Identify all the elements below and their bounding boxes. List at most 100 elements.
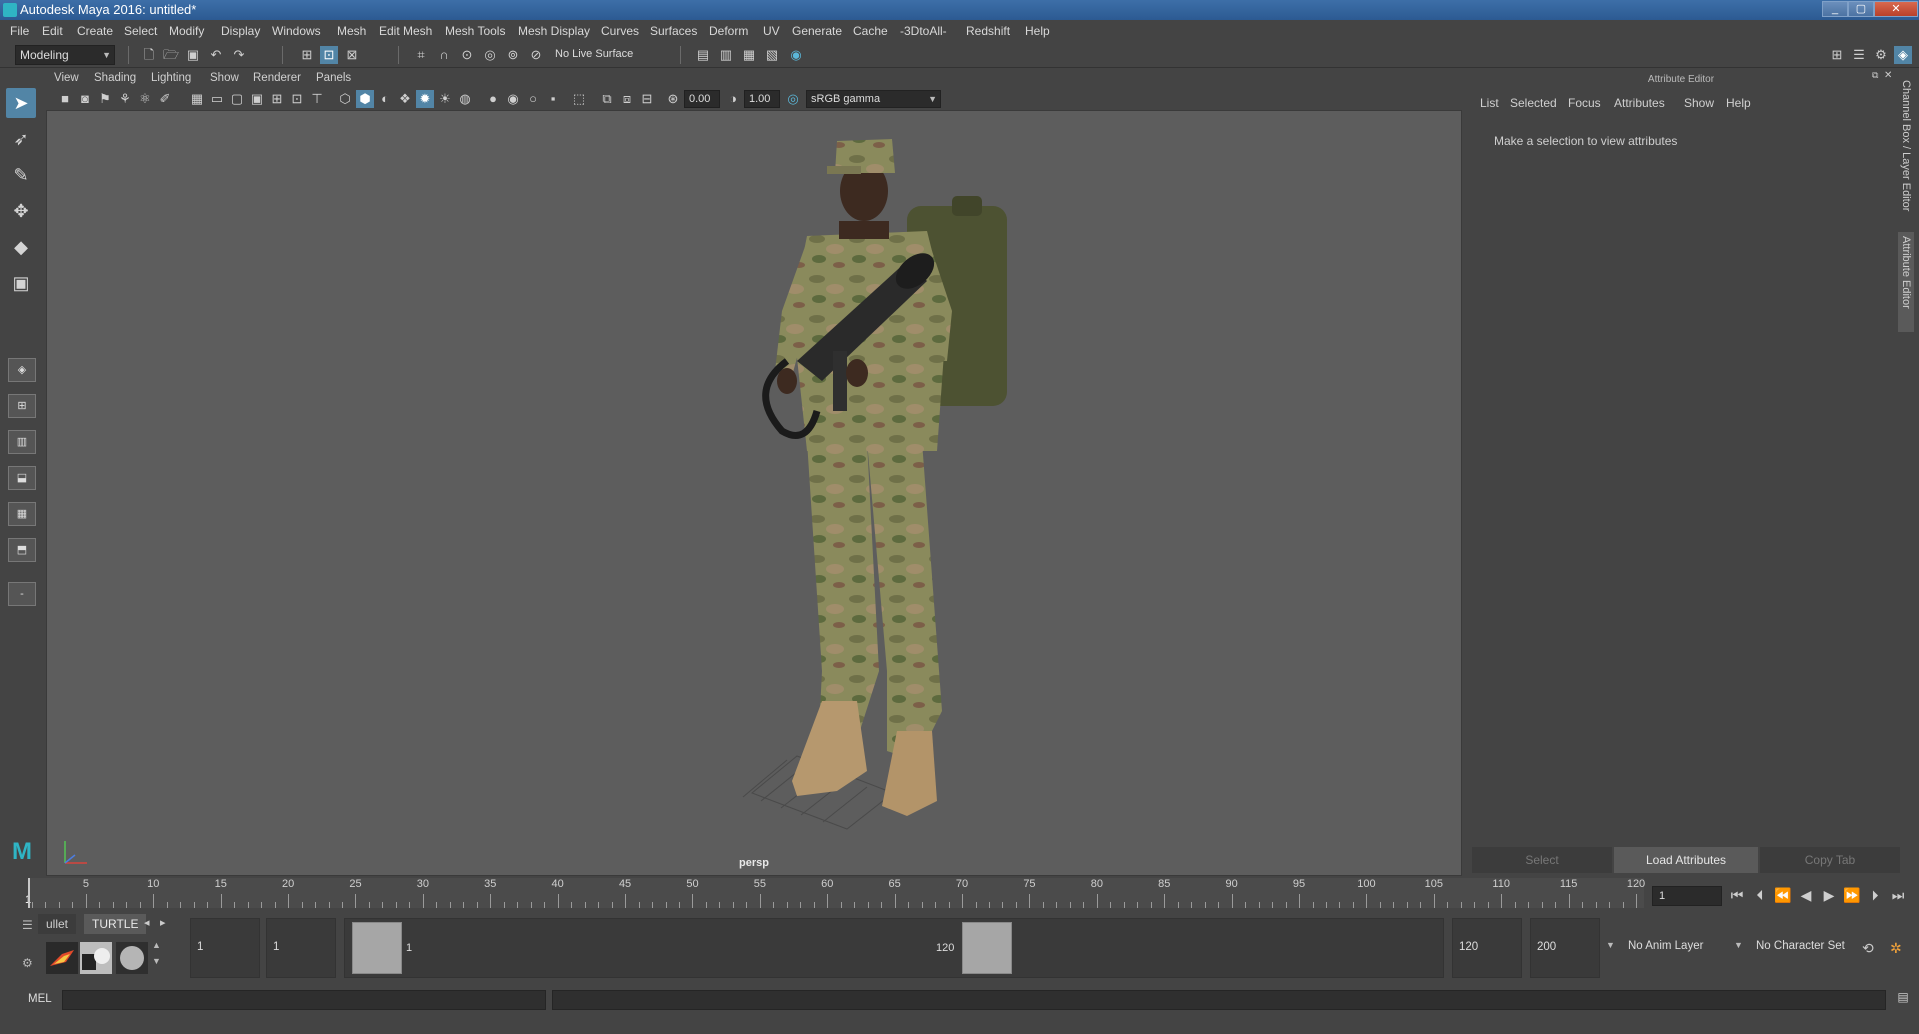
channel-box-toggle-icon[interactable]: ◈	[1894, 46, 1912, 64]
turtle-render-icon[interactable]	[46, 942, 78, 974]
playback-end-field[interactable]: 120	[1452, 918, 1522, 978]
redo-icon[interactable]: ↷	[230, 46, 248, 64]
ae-menu-list[interactable]: List	[1480, 96, 1499, 110]
use-all-lights-icon[interactable]: ✹	[416, 90, 434, 108]
menu-windows[interactable]: Windows	[272, 24, 321, 38]
ae-menu-attributes[interactable]: Attributes	[1614, 96, 1665, 110]
grid-icon[interactable]: ▦	[188, 90, 206, 108]
move-tool-icon[interactable]: ✥	[6, 196, 36, 226]
script-editor-icon[interactable]: ▤	[1894, 990, 1912, 1010]
menu-3dtoall[interactable]: -3DtoAll-	[900, 24, 947, 38]
persp-hypershade-layout-icon[interactable]: ▦	[8, 502, 36, 526]
range-slider-track[interactable]	[344, 918, 1444, 978]
menu-modify[interactable]: Modify	[169, 24, 204, 38]
snap-curve-icon[interactable]: ∩	[435, 46, 453, 64]
modeling-toolkit-icon[interactable]: ⊞	[1828, 46, 1846, 64]
multisample-aa-icon[interactable]: ◉	[504, 90, 522, 108]
gate-mask-icon[interactable]: ▣	[248, 90, 266, 108]
auto-key-icon[interactable]: ⟲	[1862, 940, 1874, 957]
backface-cull-icon[interactable]: ⊟	[638, 90, 656, 108]
shelf-tab-turtle[interactable]: TURTLE	[84, 914, 147, 934]
snap-grid-icon[interactable]: ⌗	[412, 46, 430, 64]
start-time-field[interactable]: 1	[190, 918, 260, 978]
ae-menu-help[interactable]: Help	[1726, 96, 1751, 110]
anim-layer-dropdown[interactable]: No Anim Layer	[1622, 918, 1724, 978]
ae-load-attributes-button[interactable]: Load Attributes	[1614, 847, 1758, 873]
xray-joints-icon[interactable]: ⧉	[598, 90, 616, 108]
turtle-sphere-icon[interactable]	[116, 942, 148, 974]
grease-pencil-icon[interactable]: ✐	[156, 90, 174, 108]
gamma-icon[interactable]: ◑	[724, 90, 742, 108]
select-hierarchy-icon[interactable]: ⊞	[298, 46, 316, 64]
shadows-icon[interactable]: ☀	[436, 90, 454, 108]
attribute-editor-tab[interactable]: Attribute Editor	[1898, 232, 1914, 332]
turtle-bake-icon[interactable]	[80, 942, 112, 974]
exposure-field[interactable]: 0.00	[684, 90, 720, 108]
menu-file[interactable]: File	[10, 24, 29, 38]
ipr-render-icon[interactable]: ▦	[740, 46, 758, 64]
live-surface-field[interactable]: No Live Surface	[551, 46, 657, 64]
xray-icon[interactable]: ⬚	[570, 90, 588, 108]
safe-title-icon[interactable]: ⊤	[308, 90, 326, 108]
time-slider[interactable]: 1 51015202530354045505560657075808590951…	[25, 878, 1645, 908]
rotate-tool-icon[interactable]: ◆	[6, 232, 36, 262]
exposure-icon[interactable]: ⊛	[664, 90, 682, 108]
panel-menu-panels[interactable]: Panels	[316, 72, 351, 84]
scale-tool-icon[interactable]: ▣	[6, 268, 36, 298]
menu-curves[interactable]: Curves	[601, 24, 639, 38]
ae-menu-focus[interactable]: Focus	[1568, 96, 1601, 110]
snap-point-icon[interactable]: ⊙	[458, 46, 476, 64]
select-tool-icon[interactable]: ➤	[6, 88, 36, 118]
float-panel-icon[interactable]: ⧉	[1872, 70, 1882, 80]
ae-menu-selected[interactable]: Selected	[1510, 96, 1557, 110]
panel-menu-view[interactable]: View	[54, 72, 79, 84]
render-frame-icon[interactable]: ▥	[717, 46, 735, 64]
mel-label[interactable]: MEL	[28, 993, 52, 1005]
new-scene-icon[interactable]: 🗋	[140, 46, 158, 64]
step-back-key-icon[interactable]: ⏪	[1774, 886, 1792, 904]
isolate-select-icon[interactable]: ▪	[544, 90, 562, 108]
snap-pivot-icon[interactable]: ⊘	[527, 46, 545, 64]
single-perspective-layout-icon[interactable]: ◈	[8, 358, 36, 382]
save-scene-icon[interactable]: ▣	[184, 46, 202, 64]
camera-attributes-icon[interactable]: ◙	[76, 90, 94, 108]
chevron-down-icon[interactable]: ▼	[1606, 940, 1615, 950]
current-frame-indicator[interactable]	[28, 878, 30, 908]
play-backwards-icon[interactable]: ◀	[1797, 886, 1815, 904]
go-to-start-icon[interactable]: ⏮	[1728, 886, 1746, 904]
menu-mesh-tools[interactable]: Mesh Tools	[445, 24, 505, 38]
panel-menu-show[interactable]: Show	[210, 72, 239, 84]
custom-layout-icon[interactable]: -	[8, 582, 36, 606]
open-scene-icon[interactable]: 🗁	[162, 46, 180, 64]
menu-select[interactable]: Select	[124, 24, 157, 38]
view-transform-dropdown[interactable]: sRGB gamma ▼	[806, 90, 941, 108]
screen-space-ao-icon[interactable]: ◍	[456, 90, 474, 108]
snap-surface-icon[interactable]: ⊚	[504, 46, 522, 64]
shelf-settings-icon[interactable]: ⚙	[22, 956, 40, 976]
shelf-scroll-up-icon[interactable]: ▲	[152, 940, 161, 950]
attribute-editor-toggle-icon[interactable]: ☰	[1850, 46, 1868, 64]
ae-copy-tab-button[interactable]: Copy Tab	[1760, 847, 1900, 873]
color-management-icon[interactable]: ◎	[784, 90, 802, 108]
bookmark-icon[interactable]: ⚑	[96, 90, 114, 108]
range-slider-end-handle[interactable]	[962, 922, 1012, 974]
panel-menu-lighting[interactable]: Lighting	[151, 72, 191, 84]
shelf-scroll-down-icon[interactable]: ▼	[152, 956, 161, 966]
ae-select-button[interactable]: Select	[1472, 847, 1612, 873]
select-object-icon[interactable]: ⊡	[320, 46, 338, 64]
close-panel-icon[interactable]: ✕	[1884, 70, 1894, 81]
step-forward-key-icon[interactable]: ⏩	[1843, 886, 1861, 904]
menu-uv[interactable]: UV	[763, 24, 780, 38]
channel-box-tab[interactable]: Channel Box / Layer Editor	[1900, 80, 1912, 220]
perspective-viewport[interactable]: persp	[46, 110, 1462, 876]
step-forward-frame-icon[interactable]: ⏵	[1866, 886, 1884, 904]
maximize-button[interactable]: ▢	[1848, 1, 1874, 17]
select-component-icon[interactable]: ⊠	[343, 46, 361, 64]
playback-start-field[interactable]: 1	[266, 918, 336, 978]
undo-icon[interactable]: ↶	[207, 46, 225, 64]
image-plane-icon[interactable]: ⚘	[116, 90, 134, 108]
wireframe-icon[interactable]: ⬡	[336, 90, 354, 108]
lasso-tool-icon[interactable]: ➶	[6, 124, 36, 154]
wireframe-on-shaded-icon[interactable]: ◐	[376, 90, 394, 108]
render-settings-icon[interactable]: ▤	[694, 46, 712, 64]
